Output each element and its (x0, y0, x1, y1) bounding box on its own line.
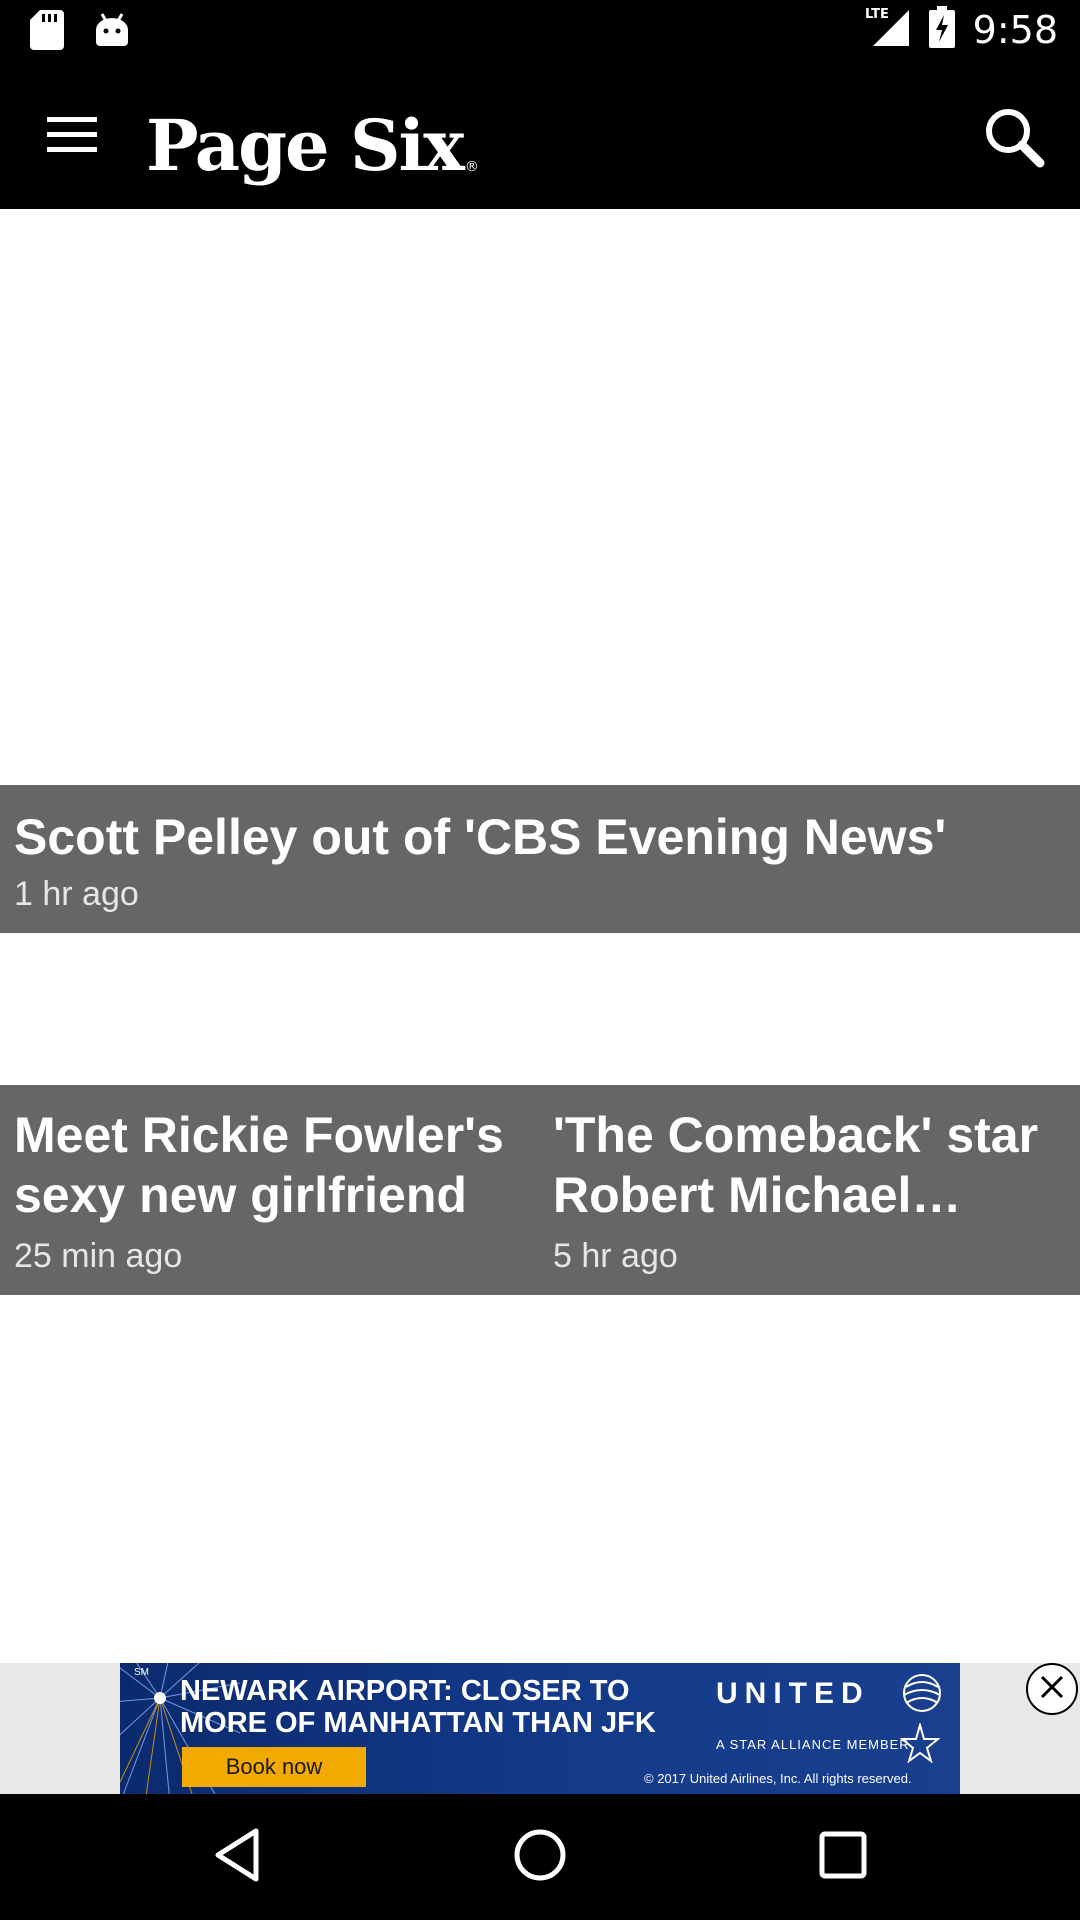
back-button[interactable] (204, 1824, 270, 1890)
ad-close-button[interactable] (1026, 1663, 1078, 1715)
star-alliance-icon (899, 1721, 941, 1764)
hero-story-headline: Scott Pelley out of 'CBS Evening News' (14, 809, 947, 865)
status-time: 9:58 (972, 7, 1058, 52)
story-card[interactable]: 'The Comeback' star Robert Michael… 5 hr… (540, 1085, 1080, 1295)
system-nav-bar (0, 1794, 1080, 1920)
ad-alliance-text: A STAR ALLIANCE MEMBER (716, 1737, 910, 1752)
back-icon (212, 1827, 262, 1888)
logo-text: Page Six (146, 104, 465, 187)
android-icon (94, 12, 130, 53)
status-notifications (30, 10, 130, 55)
ad-brand-name: UNITED (716, 1677, 870, 1710)
story-feed: Scott Pelley out of 'CBS Evening News' 1… (0, 209, 1080, 1663)
ad-area: SM NEWARK AIRPORT: CLOSER TO MORE OF MAN… (0, 1663, 1080, 1794)
story-image-row (0, 933, 1080, 1085)
story-card-headline: 'The Comeback' star Robert Michael… (553, 1107, 1039, 1223)
logo-registered-mark: ® (464, 159, 479, 175)
sd-card-icon (30, 10, 64, 55)
app-bar: Page Six ® (0, 63, 1080, 209)
recents-button[interactable] (810, 1824, 876, 1890)
lte-signal-icon: LTE (865, 6, 911, 53)
search-icon (982, 105, 1046, 174)
hero-story-image[interactable] (0, 209, 1080, 785)
story-card-time: 5 hr ago (553, 1237, 678, 1275)
close-icon (1038, 1673, 1066, 1706)
story-card-time: 25 min ago (14, 1237, 183, 1275)
ad-book-now-button[interactable]: Book now (182, 1747, 366, 1787)
hero-story-time: 1 hr ago (14, 875, 139, 913)
home-icon (512, 1827, 568, 1888)
recents-icon (818, 1830, 868, 1885)
status-system: LTE 9:58 (865, 6, 1058, 53)
united-globe-icon (900, 1673, 944, 1713)
battery-charging-icon (928, 6, 955, 53)
ad-copyright: © 2017 United Airlines, Inc. All rights … (644, 1771, 912, 1786)
menu-icon (47, 116, 97, 158)
story-card[interactable]: Meet Rickie Fowler's sexy new girlfriend… (0, 1085, 540, 1295)
ad-headline: NEWARK AIRPORT: CLOSER TO MORE OF MANHAT… (180, 1675, 656, 1739)
page-six-logo: Page Six ® (146, 91, 479, 181)
ad-sm-mark: SM (134, 1667, 149, 1678)
svg-text:LTE: LTE (865, 7, 889, 22)
menu-button[interactable] (36, 107, 108, 167)
screen: LTE 9:58 Page Six ® Scott Pelley out of … (0, 0, 1080, 1920)
ad-banner[interactable]: SM NEWARK AIRPORT: CLOSER TO MORE OF MAN… (120, 1663, 960, 1794)
story-card-headline: Meet Rickie Fowler's sexy new girlfriend (14, 1107, 504, 1223)
search-button[interactable] (974, 99, 1054, 179)
home-button[interactable] (507, 1824, 573, 1890)
status-bar: LTE 9:58 (0, 0, 1080, 63)
hero-story[interactable]: Scott Pelley out of 'CBS Evening News' 1… (0, 785, 1080, 933)
